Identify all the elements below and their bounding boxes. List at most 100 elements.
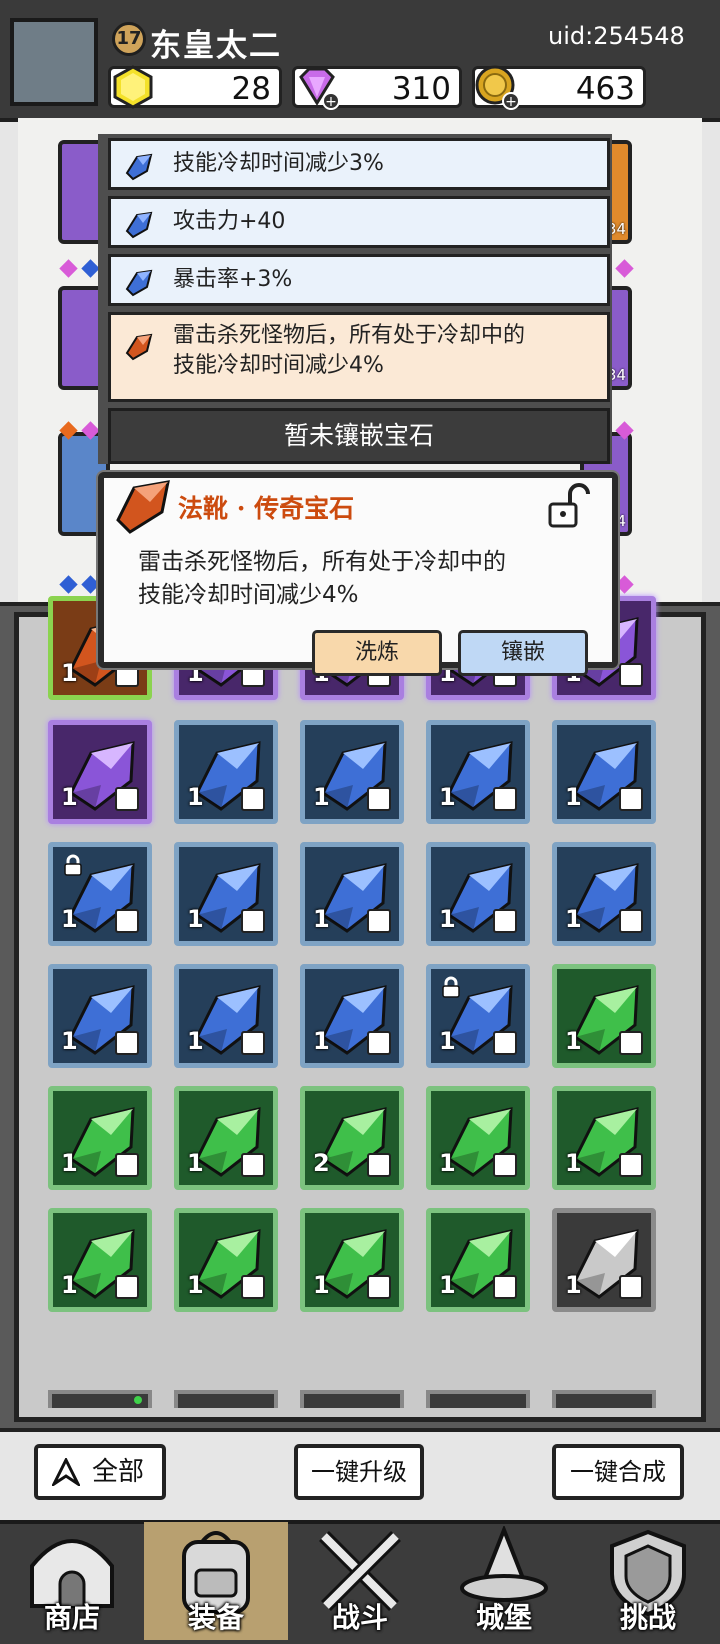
gem-cell[interactable]: 1 [300,1208,404,1312]
gem-count: 1 [439,1149,456,1177]
gem-cell[interactable]: 1 [300,964,404,1068]
slot-type-icon [619,1153,643,1177]
gem-count: 1 [61,905,78,933]
gem-count: 1 [61,659,78,687]
slot-type-icon [115,1275,139,1299]
popup-description: 雷击杀死怪物后，所有处于冷却中的 技能冷却时间减少4% [138,546,578,612]
popup-description-line: 雷击杀死怪物后，所有处于冷却中的 [138,549,506,575]
slot-type-icon [115,787,139,811]
gem-cell[interactable]: 1 [174,964,278,1068]
slot-type-icon [367,1275,391,1299]
gem-cell[interactable]: 1 [552,720,656,824]
effect-row: 技能冷却时间减少3% [108,138,610,190]
slot-type-icon [367,1153,391,1177]
gem-cell[interactable]: 1 [174,1208,278,1312]
gem-cell-partial[interactable] [300,1390,404,1408]
gem-count: 1 [565,905,582,933]
merge-all-button[interactable]: 一键合成 [552,1444,684,1500]
gem-cell[interactable]: 1 [426,720,530,824]
effect-text: 暴击率+3% [173,267,293,292]
level-badge: 17 [112,22,146,56]
nav-battle[interactable]: 战斗 [288,1522,432,1640]
lock-icon [442,976,460,998]
slot-type-icon [241,1153,265,1177]
blue-gem-icon [125,153,153,181]
gem-count: 1 [439,1271,456,1299]
effect-text: 攻击力+40 [173,209,286,234]
nav-label: 城堡 [475,1601,532,1634]
new-dot [134,1396,142,1404]
effect-text-line: 技能冷却时间减少4% [173,353,384,378]
gem-cell[interactable]: 1 [300,720,404,824]
gem-count: 1 [61,1027,78,1055]
gem-count: 1 [439,783,456,811]
gem-count: 1 [439,905,456,933]
gem-cell[interactable]: 1 [426,1086,530,1190]
gem-cell[interactable]: 1 [48,1208,152,1312]
gem-count: 1 [565,1027,582,1055]
slot-type-icon [493,1153,517,1177]
nav-equipment[interactable]: 装备 [144,1522,288,1640]
slot-type-icon [619,663,643,687]
nav-label: 挑战 [619,1601,676,1634]
orange-gem-icon [116,480,170,534]
lock-icon [64,854,82,876]
svg-text:+: + [325,94,337,110]
unlock-icon[interactable] [546,482,594,532]
avatar[interactable] [10,18,98,106]
effect-text: 技能冷却时间减少3% [173,151,384,176]
gold-coin-count: 463 [575,71,635,107]
gem-count: 1 [187,1149,204,1177]
effect-row-legendary: 雷击杀死怪物后，所有处于冷却中的 技能冷却时间减少4% [108,312,610,402]
gem-cell[interactable]: 1 [426,964,530,1068]
gem-cell-partial[interactable] [552,1390,656,1408]
yellow-gem-icon [113,65,153,109]
gem-cell[interactable]: 1 [552,842,656,946]
gem-cell[interactable]: 1 [48,842,152,946]
gem-cell[interactable]: 1 [426,842,530,946]
gem-count: 1 [187,783,204,811]
gem-cell-partial[interactable] [174,1390,278,1408]
gem-cell[interactable]: 1 [552,1208,656,1312]
nav-label: 装备 [187,1601,244,1634]
gem-count: 1 [61,783,78,811]
nav-shop[interactable]: 商店 [0,1522,144,1640]
gem-cell[interactable]: 1 [426,1208,530,1312]
gem-count: 1 [565,783,582,811]
empty-socket-banner: 暂未镶嵌宝石 [108,408,610,464]
gem-cell-partial[interactable] [48,1390,152,1408]
gold-coin-icon: + [475,65,520,110]
gem-cell[interactable]: 1 [174,720,278,824]
gem-count: 1 [439,1027,456,1055]
gem-count: 1 [313,1271,330,1299]
popup-description-line: 技能冷却时间减少4% [138,582,359,608]
gem-count: 1 [187,1027,204,1055]
player-name: 东皇太二 [150,28,282,64]
gem-cell[interactable]: 1 [174,1086,278,1190]
gem-cell[interactable]: 1 [48,1086,152,1190]
purple-diamond-icon: + [299,67,340,110]
inlay-button[interactable]: 镶嵌 [458,630,588,676]
currency-purple-diamond[interactable]: + 310 [292,66,462,110]
upgrade-all-button[interactable]: 一键升级 [294,1444,424,1500]
effect-row: 攻击力+40 [108,196,610,248]
gem-cell[interactable]: 1 [300,842,404,946]
currency-gold-coin[interactable]: + 463 [472,65,646,110]
gem-cell[interactable]: 1 [48,720,152,824]
gem-cell-partial[interactable] [426,1390,530,1408]
gem-count: 1 [313,783,330,811]
nav-castle[interactable]: 城堡 [432,1522,576,1640]
nav-challenge[interactable]: 挑战 [576,1522,720,1640]
uid-label: uid:254548 [548,22,685,50]
slot-type-icon [241,1031,265,1055]
gem-cell[interactable]: 1 [552,1086,656,1190]
gem-cell[interactable]: 1 [48,964,152,1068]
gem-cell[interactable]: 2 [300,1086,404,1190]
gem-cell[interactable]: 1 [552,964,656,1068]
gem-count: 1 [565,1149,582,1177]
slot-type-icon [493,787,517,811]
filter-all-button[interactable]: 全部 [34,1444,166,1500]
gem-cell[interactable]: 1 [174,842,278,946]
refine-button[interactable]: 洗炼 [312,630,442,676]
gem-count: 1 [313,905,330,933]
